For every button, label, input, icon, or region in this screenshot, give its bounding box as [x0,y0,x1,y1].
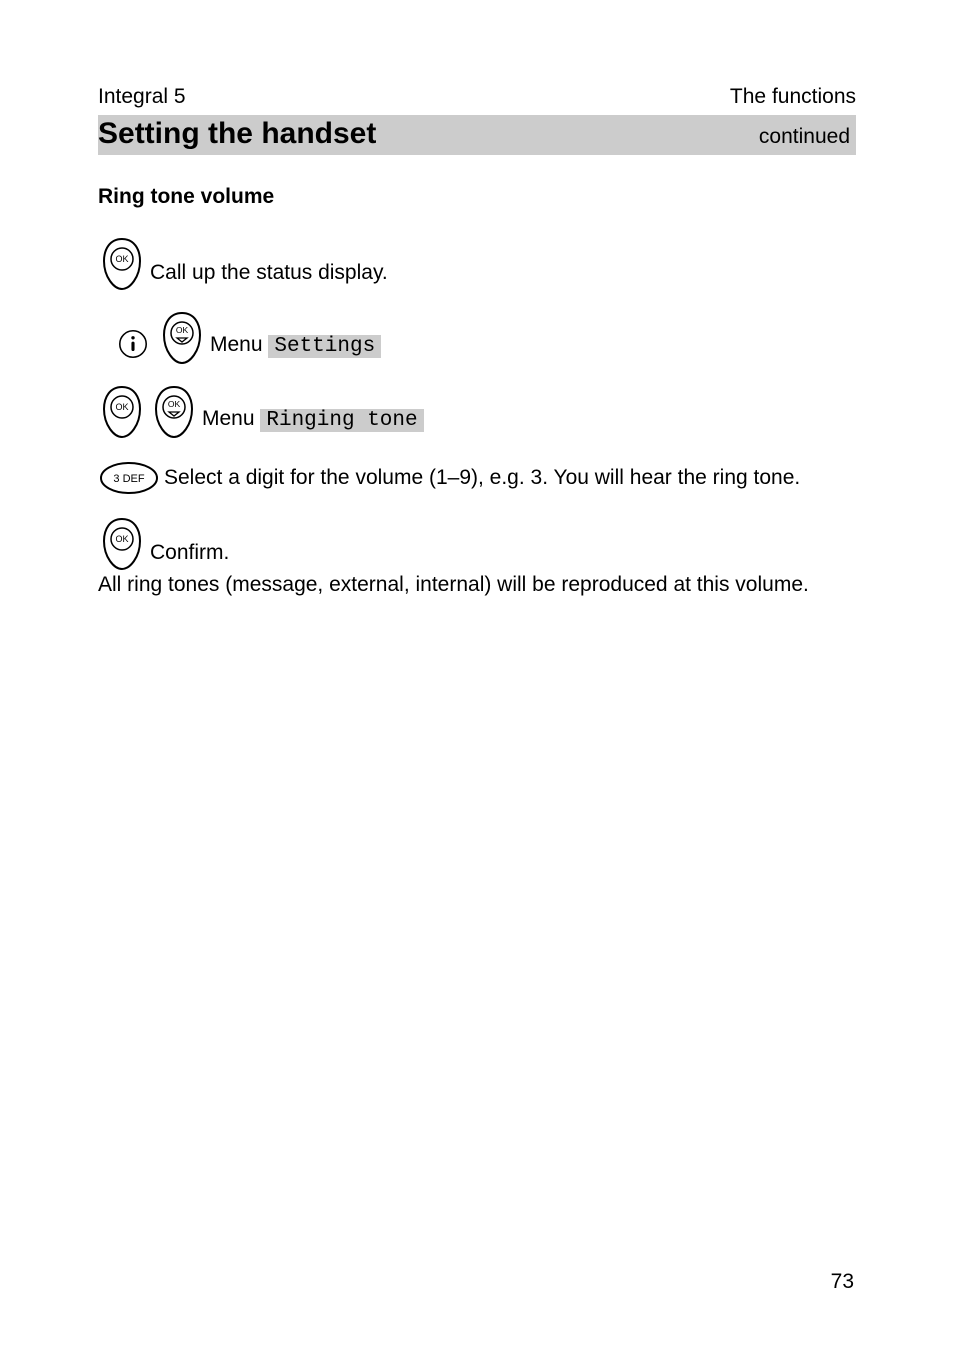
step-4: 3 DEF Select a digit for the volume (1–9… [98,459,856,497]
step-3: OK OK Menu Ringing tone [98,385,856,439]
ok-button-icon: OK [98,517,146,571]
title-bar: Setting the handset continued [98,115,856,155]
step-3-text: Menu Ringing tone [202,405,424,439]
continued-label: continued [759,125,850,149]
svg-text:OK: OK [176,325,189,335]
svg-text:OK: OK [168,399,181,409]
header-left: Integral 5 [98,85,186,109]
ok-down-button-icon: OK [150,385,198,439]
svg-text:OK: OK [115,402,128,412]
step-2-text: Menu Settings [210,331,381,365]
ok-button-icon: OK [98,237,146,291]
info-button-icon [112,323,154,365]
page-header: Integral 5 The functions [98,85,856,109]
step-4-text: Select a digit for the volume (1–9), e.g… [164,464,800,492]
body-paragraph: All ring tones (message, external, inter… [98,571,856,599]
step-5-text: Confirm. [150,539,229,571]
section-subheading: Ring tone volume [98,185,856,209]
menu-ringing-tone-label: Ringing tone [260,409,423,432]
ok-button-icon: OK [98,385,146,439]
step-3-prefix: Menu [202,407,260,430]
keypad-3-icon: 3 DEF [98,459,160,497]
step-1-text: Call up the status display. [150,259,388,291]
step-2-prefix: Menu [210,333,268,356]
page-number: 73 [831,1270,854,1294]
step-2: OK Menu Settings [112,311,856,365]
svg-text:OK: OK [115,534,128,544]
keypad-3-label: 3 DEF [113,473,144,485]
header-right: The functions [730,85,856,109]
page-title: Setting the handset [98,117,376,151]
ok-down-button-icon: OK [158,311,206,365]
step-1: OK Call up the status display. [98,237,856,291]
svg-text:OK: OK [115,254,128,264]
menu-settings-label: Settings [268,335,381,358]
step-5: OK Confirm. [98,517,856,571]
